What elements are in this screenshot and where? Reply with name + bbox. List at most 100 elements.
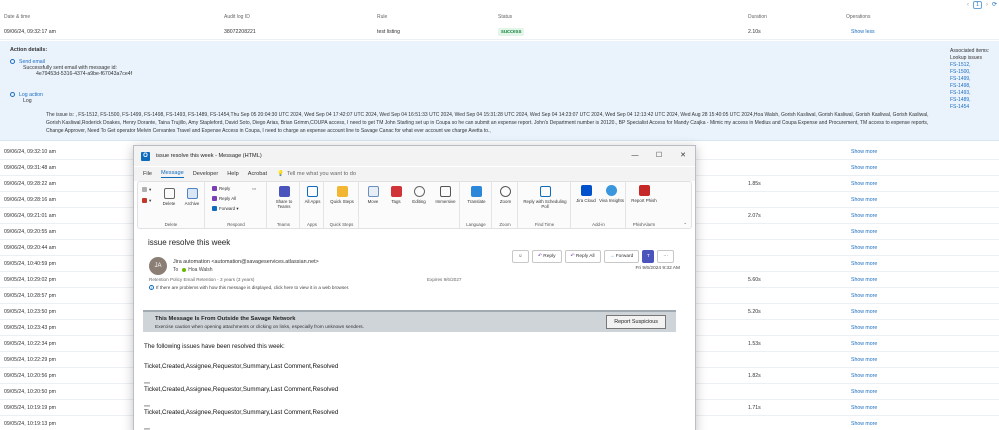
reply-button[interactable]: Reply [212, 186, 230, 192]
row-rule: test listing [377, 29, 401, 35]
show-more-link[interactable]: Show more [851, 357, 877, 363]
forward-action-button[interactable]: → Forward [603, 250, 640, 263]
outlook-message-window: O issue resolve this week - Message (HTM… [133, 145, 696, 430]
minimize-button[interactable]: — [623, 146, 647, 166]
tab-acrobat[interactable]: Acrobat [248, 171, 267, 177]
reply-all-action-button[interactable]: ↶ Reply All [564, 250, 601, 263]
row-audit-id: 38072208221 [224, 29, 256, 35]
show-less-link[interactable]: Show less [851, 29, 875, 35]
tab-developer[interactable]: Developer [193, 171, 219, 177]
show-more-link[interactable]: Show more [851, 389, 877, 395]
forward-button[interactable]: Forward ▾ [212, 206, 239, 212]
show-more-link[interactable]: Show more [851, 165, 877, 171]
tell-me-search[interactable]: Tell me what you want to do [287, 171, 356, 177]
assoc-item-link[interactable]: FS-1512, [950, 62, 998, 69]
action-details-panel: Action details: Send email Successfully … [0, 41, 999, 141]
tags-button[interactable]: Tags [386, 186, 406, 204]
page-1-button[interactable]: 1 [972, 0, 982, 9]
more-actions-button[interactable]: ··· [657, 250, 675, 263]
viva-insights-button[interactable]: Viva Insights [599, 185, 624, 203]
show-more-link[interactable]: Show more [851, 309, 877, 315]
zoom-button[interactable]: Zoom [495, 186, 516, 204]
info-icon: i [149, 285, 154, 290]
folder-icon [367, 186, 379, 197]
maximize-button[interactable]: ☐ [647, 146, 671, 166]
show-more-link[interactable]: Show more [851, 149, 877, 155]
viva-icon [606, 185, 617, 196]
reply-all-button[interactable]: Reply All [212, 196, 236, 202]
refresh-icon[interactable]: ⟳ [992, 1, 997, 8]
group-zoom-label: Zoom [499, 222, 511, 227]
row-date: 09/05/24, 10:23:50 pm [4, 309, 56, 315]
move-button[interactable]: Move [362, 186, 384, 204]
close-button[interactable]: ✕ [671, 146, 695, 166]
report-phish-button[interactable]: Report Phish [630, 185, 658, 203]
ignore-button[interactable]: ▾ [142, 187, 151, 193]
report-suspicious-button[interactable]: Report Suspicious [606, 315, 666, 329]
delete-button[interactable]: Delete [160, 188, 178, 206]
show-more-link[interactable]: Show more [851, 405, 877, 411]
show-more-link[interactable]: Show more [851, 373, 877, 379]
group-apps: All Apps Apps [301, 182, 324, 228]
tab-help[interactable]: Help [227, 171, 239, 177]
assoc-item-link[interactable]: FS-1499, [950, 76, 998, 83]
window-title: issue resolve this week - Message (HTML) [156, 153, 262, 159]
reply-icon: ↶ [537, 254, 542, 259]
row-duration: 1.53s [748, 341, 761, 347]
show-more-link[interactable]: Show more [851, 293, 877, 299]
sender[interactable]: Jira automation <automation@savageservic… [173, 259, 319, 265]
show-more-link[interactable]: Show more [851, 261, 877, 267]
assoc-item-link[interactable]: FS-1489, [950, 97, 998, 104]
more-respond-icon[interactable]: ▭ [252, 186, 256, 192]
share-to-teams-button[interactable]: Share to Teams [271, 186, 297, 209]
show-more-link[interactable]: Show more [851, 421, 877, 427]
teams-share-icon[interactable]: T [642, 250, 655, 263]
translate-button[interactable]: Translate [463, 186, 490, 204]
assoc-item-link[interactable]: FS-1493, [950, 90, 998, 97]
reply-all-icon: ↶ [570, 254, 575, 259]
all-apps-button[interactable]: All Apps [303, 186, 322, 204]
editing-button[interactable]: Editing [408, 186, 430, 204]
tab-file[interactable]: File [143, 171, 152, 177]
group-phishalarm: Report Phish PhishAlarm [627, 182, 661, 228]
assoc-item-link[interactable]: FS-1454 [950, 104, 998, 111]
show-more-link[interactable]: Show more [851, 245, 877, 251]
row-duration: 1.82s [748, 373, 761, 379]
emoji-button[interactable]: ☺ [512, 250, 529, 263]
immersive-reader-button[interactable]: Immersive [432, 186, 459, 204]
assoc-item-link[interactable]: FS-1500, [950, 69, 998, 76]
recipient-name[interactable]: Hoa Walsh [188, 267, 212, 273]
collapse-ribbon-icon[interactable]: ⌄ [683, 220, 687, 226]
message-actions: ☺ ↶ Reply ↶ Reply All → Forward T ··· [512, 250, 675, 263]
group-teams-label: Teams [277, 222, 290, 227]
jira-cloud-button[interactable]: Jira Cloud [574, 185, 598, 203]
prev-page-button[interactable]: ‹ [967, 2, 969, 8]
show-more-link[interactable]: Show more [851, 181, 877, 187]
calendar-poll-icon [539, 186, 551, 197]
ribbon-tabs: File Message Developer Help Acrobat 💡 Te… [134, 167, 695, 181]
ribbon: ▾ ▾ Delete Archive Delete Reply Reply Al… [137, 181, 692, 229]
reply-with-scheduling-poll-button[interactable]: Reply with Scheduling Poll [522, 186, 568, 209]
show-more-link[interactable]: Show more [851, 277, 877, 283]
show-more-link[interactable]: Show more [851, 325, 877, 331]
to-label: To [173, 267, 179, 273]
display-problem-notice[interactable]: i If there are problems with how this mes… [149, 285, 349, 290]
tab-message[interactable]: Message [161, 170, 184, 178]
show-more-link[interactable]: Show more [851, 213, 877, 219]
archive-button[interactable]: Archive [181, 188, 203, 206]
show-more-link[interactable]: Show more [851, 229, 877, 235]
show-more-link[interactable]: Show more [851, 341, 877, 347]
reply-action-button[interactable]: ↶ Reply [531, 250, 562, 263]
show-more-link[interactable]: Show more [851, 197, 877, 203]
next-page-button[interactable]: › [986, 2, 988, 8]
header-audit-id: Audit log ID [224, 14, 250, 20]
row-date: 09/06/24, 09:28:16 am [4, 197, 56, 203]
row-date: 09/05/24, 10:29:02 pm [4, 277, 56, 283]
group-actions: Move Tags Editing Immersive [360, 182, 460, 228]
row-date: 09/05/24, 10:28:57 pm [4, 293, 56, 299]
archive-icon [186, 188, 198, 199]
banner-subtitle: Exercise caution when opening attachment… [155, 325, 365, 330]
assoc-item-link[interactable]: FS-1498, [950, 83, 998, 90]
junk-button[interactable]: ▾ [142, 198, 151, 204]
quick-steps-button[interactable]: Quick Steps [328, 186, 356, 204]
